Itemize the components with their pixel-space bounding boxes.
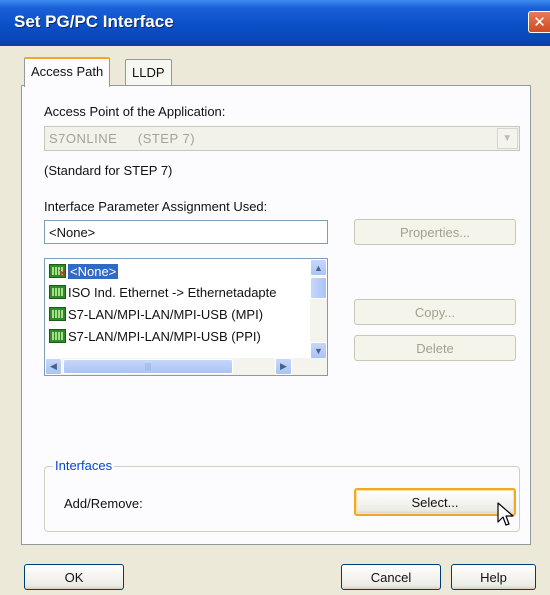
access-point-label: Access Point of the Application:	[44, 104, 226, 119]
interfaces-legend: Interfaces	[53, 458, 115, 473]
access-point-combo[interactable]: S7ONLINE (STEP 7) ▼	[44, 126, 520, 151]
vertical-scrollbar[interactable]: ▲ ▼	[310, 259, 327, 359]
horizontal-scroll-thumb[interactable]: |||	[63, 359, 233, 374]
assignment-field[interactable]: <None>	[44, 220, 328, 244]
scroll-left-icon[interactable]: ◀	[45, 358, 62, 375]
scroll-down-icon[interactable]: ▼	[310, 342, 327, 359]
list-item-label: <None>	[68, 263, 119, 279]
delete-button[interactable]: Delete	[354, 335, 516, 361]
access-point-note: (Standard for STEP 7)	[44, 163, 173, 178]
copy-button[interactable]: Copy...	[354, 299, 516, 325]
list-item[interactable]: S7-LAN/MPI-LAN/MPI-USB (PPI)	[49, 326, 261, 346]
assignment-label: Interface Parameter Assignment Used:	[44, 199, 268, 214]
add-remove-label: Add/Remove:	[64, 496, 143, 511]
interface-none-icon	[49, 264, 67, 280]
cancel-button[interactable]: Cancel	[341, 564, 441, 590]
scroll-right-icon[interactable]: ▶	[275, 358, 292, 375]
list-item-label: S7-LAN/MPI-LAN/MPI-USB (MPI)	[68, 306, 264, 322]
horizontal-scrollbar[interactable]: ◀ ||| ▶	[45, 358, 327, 375]
help-button[interactable]: Help	[451, 564, 536, 590]
list-item[interactable]: ISO Ind. Ethernet -> Ethernetadapte	[49, 282, 277, 302]
assignment-value: <None>	[49, 225, 96, 240]
ok-button[interactable]: OK	[24, 564, 124, 590]
mouse-cursor-icon	[497, 502, 514, 526]
interface-card-icon	[49, 307, 66, 321]
interface-card-icon	[49, 285, 66, 299]
list-item-label: S7-LAN/MPI-LAN/MPI-USB (PPI)	[68, 328, 261, 344]
scroll-up-icon[interactable]: ▲	[310, 259, 327, 276]
assignment-list[interactable]: <None> ISO Ind. Ethernet -> Ethernetadap…	[44, 258, 328, 376]
select-button[interactable]: Select...	[354, 488, 516, 516]
chevron-down-icon[interactable]: ▼	[497, 128, 518, 149]
interface-card-icon	[49, 329, 66, 343]
list-item-label: ISO Ind. Ethernet -> Ethernetadapte	[68, 284, 277, 300]
access-point-value: S7ONLINE (STEP 7)	[49, 131, 196, 146]
vertical-scroll-thumb[interactable]	[310, 277, 327, 299]
list-item[interactable]: S7-LAN/MPI-LAN/MPI-USB (MPI)	[49, 304, 263, 324]
properties-button[interactable]: Properties...	[354, 219, 516, 245]
list-item[interactable]: <None>	[49, 261, 119, 281]
